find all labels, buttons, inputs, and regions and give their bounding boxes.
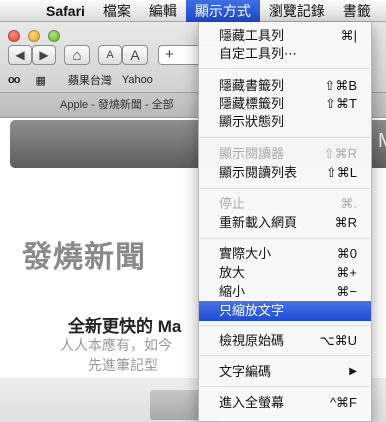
- menu-item-zoom-text-only[interactable]: 只縮放文字: [199, 301, 371, 321]
- menu-item-label: 只縮放文字: [219, 303, 285, 318]
- reading-list-icon[interactable]: oo: [8, 74, 20, 86]
- menu-item-label: 縮小: [219, 284, 246, 299]
- menu-bar: Safari 檔案 編輯 顯示方式 瀏覽記錄 書籤: [0, 0, 386, 22]
- menu-item-label: 顯示閱讀列表: [219, 165, 298, 180]
- promo-line-1: 人人本應有，如今: [60, 337, 172, 353]
- shortcut-label: ⌘−: [336, 284, 357, 299]
- menu-item-view-source[interactable]: 檢視原始碼 ⌥⌘U: [199, 331, 371, 351]
- shortcut-label: ⇧⌘B: [324, 78, 357, 93]
- promo-line-2: 先進筆記型: [88, 357, 158, 373]
- menu-file[interactable]: 檔案: [94, 0, 140, 22]
- back-arrow-icon: ◀: [15, 48, 25, 62]
- menu-item-label: 自定工具列⋯: [219, 46, 298, 61]
- menu-item-stop: 停止 ⌘.: [199, 194, 371, 214]
- font-small-label: A: [106, 49, 114, 61]
- menu-separator: [200, 137, 370, 138]
- menu-item-zoom-in[interactable]: 放大 ⌘+: [199, 263, 371, 283]
- forward-arrow-icon: ▶: [39, 48, 49, 62]
- shortcut-label: ⌘.: [340, 196, 357, 211]
- add-bookmark-icon[interactable]: +: [165, 46, 174, 64]
- menu-item-label: 文字編碼: [219, 364, 272, 379]
- menu-item-label: 顯示狀態列: [219, 114, 285, 129]
- home-icon: ⌂: [72, 46, 82, 64]
- menu-item-hide-toolbar[interactable]: 隱藏工具列 ⌘|: [199, 26, 371, 46]
- shortcut-label: ⇧⌘T: [325, 96, 357, 111]
- font-large-label: A: [130, 47, 140, 63]
- menu-item-label: 顯示閱讀器: [219, 146, 285, 161]
- menu-item-show-reader: 顯示閱讀器 ⇧⌘R: [199, 144, 371, 164]
- menu-item-label: 隱藏標籤列: [219, 96, 285, 111]
- home-button[interactable]: ⌂: [64, 45, 90, 65]
- menu-item-label: 隱藏書籤列: [219, 78, 285, 93]
- top-sites-icon[interactable]: ▦: [35, 74, 45, 87]
- menu-separator: [200, 68, 370, 69]
- menu-history[interactable]: 瀏覽記錄: [260, 0, 334, 22]
- menu-safari[interactable]: Safari: [40, 0, 94, 22]
- shortcut-label: ⌘|: [340, 28, 357, 43]
- menu-item-label: 重新載入網頁: [219, 215, 298, 230]
- menu-separator: [200, 325, 370, 326]
- menu-bookmarks[interactable]: 書籤: [334, 0, 380, 22]
- menu-separator: [200, 188, 370, 189]
- shortcut-label: ⇧⌘R: [323, 146, 357, 161]
- submenu-arrow-icon: ▶: [349, 366, 357, 377]
- page-headline: 發燒新聞: [22, 241, 146, 274]
- menu-item-hide-tab-bar[interactable]: 隱藏標籤列 ⇧⌘T: [199, 94, 371, 114]
- menu-item-label: 進入全螢幕: [219, 395, 285, 410]
- menu-view[interactable]: 顯示方式: [185, 0, 260, 22]
- menu-item-label: 檢視原始碼: [219, 333, 285, 348]
- menu-item-show-status-bar[interactable]: 顯示狀態列: [199, 112, 371, 132]
- forward-button[interactable]: ▶: [32, 45, 56, 65]
- text-bigger-button[interactable]: A: [122, 45, 148, 65]
- menu-item-zoom-out[interactable]: 縮小 ⌘−: [199, 282, 371, 302]
- menu-item-actual-size[interactable]: 實際大小 ⌘0: [199, 244, 371, 264]
- menu-item-label: 實際大小: [219, 246, 272, 261]
- menu-separator: [200, 386, 370, 387]
- shortcut-label: ⌥⌘U: [319, 333, 357, 348]
- bookmark-apple-taiwan[interactable]: 蘋果台灣: [68, 72, 112, 88]
- minimize-window-button[interactable]: [28, 30, 40, 42]
- text-smaller-button[interactable]: A: [98, 45, 122, 65]
- tab-apple-hot-news[interactable]: Apple - 發燒新聞 - 全部: [60, 95, 210, 116]
- back-button[interactable]: ◀: [8, 45, 32, 65]
- promo-title: 全新更快的 Ma: [68, 317, 182, 336]
- shortcut-label: ⇧⌘L: [325, 165, 357, 180]
- menu-item-reload-page[interactable]: 重新載入網頁 ⌘R: [199, 213, 371, 233]
- menu-item-show-reading-list[interactable]: 顯示閱讀列表 ⇧⌘L: [199, 163, 371, 183]
- menu-separator: [200, 238, 370, 239]
- shortcut-label: ⌘0: [336, 246, 357, 261]
- close-window-button[interactable]: [8, 30, 20, 42]
- menu-item-label: 放大: [219, 265, 246, 280]
- menu-item-label: 停止: [219, 196, 246, 211]
- menu-item-enter-full-screen[interactable]: 進入全螢幕 ^⌘F: [199, 393, 371, 413]
- shortcut-label: ^⌘F: [329, 395, 357, 410]
- menu-separator: [200, 355, 370, 356]
- shortcut-label: ⌘R: [334, 215, 357, 230]
- view-menu-dropdown: 隱藏工具列 ⌘| 自定工具列⋯ 隱藏書籤列 ⇧⌘B 隱藏標籤列 ⇧⌘T 顯示狀態…: [198, 22, 372, 422]
- menu-edit[interactable]: 編輯: [140, 0, 186, 22]
- zoom-window-button[interactable]: [48, 30, 60, 42]
- menu-item-label: 隱藏工具列: [219, 28, 285, 43]
- menu-item-hide-bookmarks-bar[interactable]: 隱藏書籤列 ⇧⌘B: [199, 76, 371, 96]
- shortcut-label: ⌘+: [336, 265, 357, 280]
- menu-item-customize-toolbar[interactable]: 自定工具列⋯: [199, 44, 371, 64]
- bookmark-yahoo[interactable]: Yahoo: [122, 74, 153, 86]
- menu-item-text-encoding[interactable]: 文字編碼 ▶: [199, 362, 371, 382]
- nav-item-peek[interactable]: M: [378, 130, 386, 153]
